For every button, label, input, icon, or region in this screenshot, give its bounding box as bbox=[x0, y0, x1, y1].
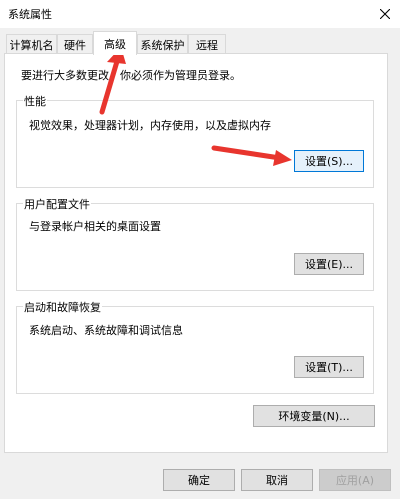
user-profiles-description: 与登录帐户相关的桌面设置 bbox=[29, 220, 161, 233]
environment-variables-button[interactable]: 环境变量(N)... bbox=[253, 405, 375, 427]
startup-recovery-group bbox=[16, 306, 374, 394]
admin-note: 要进行大多数更改，你必须作为管理员登录。 bbox=[21, 69, 241, 82]
startup-recovery-settings-button[interactable]: 设置(T)... bbox=[294, 356, 364, 378]
apply-button[interactable]: 应用(A) bbox=[319, 469, 391, 491]
cancel-button[interactable]: 取消 bbox=[241, 469, 313, 491]
tab-system-protection[interactable]: 系统保护 bbox=[137, 34, 188, 54]
tab-advanced[interactable]: 高级 bbox=[93, 31, 137, 55]
title-bar: 系统属性 bbox=[0, 0, 400, 28]
performance-description: 视觉效果，处理器计划，内存使用，以及虚拟内存 bbox=[29, 119, 271, 132]
performance-label: 性能 bbox=[23, 93, 47, 109]
user-profiles-label: 用户配置文件 bbox=[23, 196, 91, 212]
ok-button[interactable]: 确定 bbox=[163, 469, 235, 491]
startup-recovery-description: 系统启动、系统故障和调试信息 bbox=[29, 324, 183, 337]
close-button[interactable] bbox=[370, 0, 400, 28]
tab-computer-name[interactable]: 计算机名 bbox=[6, 34, 57, 54]
window-title: 系统属性 bbox=[8, 8, 52, 21]
user-profiles-group bbox=[16, 203, 374, 291]
user-profiles-settings-button[interactable]: 设置(E)... bbox=[294, 253, 364, 275]
performance-settings-button[interactable]: 设置(S)... bbox=[294, 150, 364, 172]
performance-group bbox=[16, 100, 374, 188]
close-icon bbox=[380, 9, 390, 19]
tab-remote[interactable]: 远程 bbox=[188, 34, 226, 54]
startup-recovery-label: 启动和故障恢复 bbox=[23, 299, 102, 315]
tab-hardware[interactable]: 硬件 bbox=[57, 34, 93, 54]
